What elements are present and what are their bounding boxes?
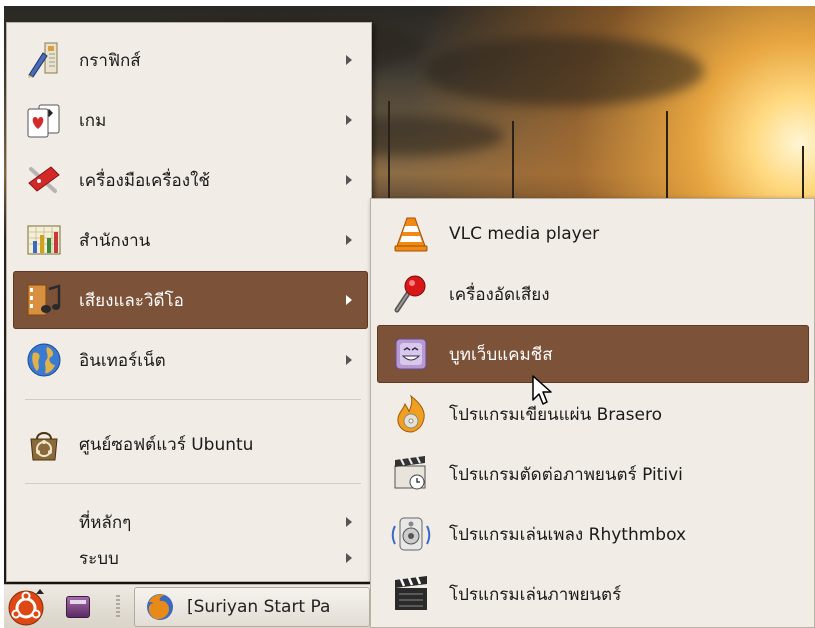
internet-icon <box>25 341 63 379</box>
submenu-item-brasero[interactable]: โปรแกรมเขียนแผ่น Brasero <box>377 385 809 443</box>
submenu-arrow-icon <box>346 355 352 365</box>
games-icon <box>25 101 63 139</box>
submenu-arrow-icon <box>346 115 352 125</box>
menu-item-system[interactable]: ระบบ <box>13 541 368 575</box>
menu-item-label: เครื่องมือเครื่องใช้ <box>79 170 210 191</box>
menu-item-places[interactable]: ที่หลักๆ <box>13 505 368 539</box>
submenu-item-pitivi[interactable]: โปรแกรมตัดต่อภาพยนตร์ Pitivi <box>377 445 809 503</box>
submenu-arrow-icon <box>346 235 352 245</box>
submenu-item-movie-player[interactable]: โปรแกรมเล่นภาพยนตร์ <box>377 565 809 623</box>
menu-item-office[interactable]: สำนักงาน <box>13 211 368 269</box>
cheese-webcam-icon <box>389 332 433 376</box>
rhythmbox-icon <box>389 512 433 556</box>
menu-item-label: กราฟิกส์ <box>79 50 141 71</box>
submenu-arrow-icon <box>346 295 352 305</box>
menu-item-internet[interactable]: อินเทอร์เน็ต <box>13 331 368 389</box>
submenu-item-cheese[interactable]: บูทเว็บแคมชีส <box>377 325 809 383</box>
submenu-item-rhythmbox[interactable]: โปรแกรมเล่นเพลง Rhythmbox <box>377 505 809 563</box>
graphics-icon <box>25 41 63 79</box>
menu-item-software-center[interactable]: ศูนย์ซอฟต์แวร์ Ubuntu <box>13 415 368 473</box>
submenu-arrow-icon <box>346 517 352 527</box>
menu-separator <box>25 399 361 400</box>
menu-item-graphics[interactable]: กราฟิกส์ <box>13 31 368 89</box>
menu-item-games[interactable]: เกม <box>13 91 368 149</box>
taskbar-window-label: [Suriyan Start Pa <box>187 597 331 617</box>
vlc-icon <box>389 212 433 256</box>
menu-item-label: อินเทอร์เน็ต <box>79 350 166 371</box>
submenu-item-label: โปรแกรมเล่นภาพยนตร์ <box>449 584 622 605</box>
software-center-icon <box>25 425 63 463</box>
menu-item-label: เกม <box>79 110 107 131</box>
menu-separator <box>25 483 361 484</box>
brasero-icon <box>389 392 433 436</box>
menu-item-label: สำนักงาน <box>79 230 151 251</box>
submenu-arrow-icon <box>346 175 352 185</box>
applications-menu: กราฟิกส์ เกม เครื่องมือเครื่องใช้ สำนักง… <box>6 22 372 582</box>
microphone-icon <box>389 272 433 316</box>
sound-video-submenu: VLC media player เครื่องอัดเสียง บูทเว็บ… <box>370 198 815 628</box>
submenu-item-vlc[interactable]: VLC media player <box>377 205 809 263</box>
submenu-item-label: เครื่องอัดเสียง <box>449 284 550 305</box>
submenu-item-label: โปรแกรมเล่นเพลง Rhythmbox <box>449 524 687 545</box>
menu-item-label: ศูนย์ซอฟต์แวร์ Ubuntu <box>79 434 254 455</box>
show-desktop-icon[interactable] <box>66 596 90 618</box>
movie-player-icon <box>389 572 433 616</box>
pitivi-icon <box>389 452 433 496</box>
submenu-item-label: VLC media player <box>449 224 600 244</box>
panel-handle[interactable] <box>116 595 120 619</box>
menu-item-sound-video[interactable]: เสียงและวิดีโอ <box>13 271 368 329</box>
menu-item-label: ที่หลักๆ <box>79 512 132 533</box>
taskbar-window-button[interactable]: [Suriyan Start Pa <box>134 587 370 627</box>
submenu-item-label: โปรแกรมตัดต่อภาพยนตร์ Pitivi <box>449 464 683 485</box>
menu-item-accessories[interactable]: เครื่องมือเครื่องใช้ <box>13 151 368 209</box>
submenu-item-sound-recorder[interactable]: เครื่องอัดเสียง <box>377 265 809 323</box>
accessories-icon <box>25 161 63 199</box>
submenu-arrow-icon <box>346 553 352 563</box>
submenu-arrow-icon <box>346 55 352 65</box>
menu-item-label: ระบบ <box>79 548 119 569</box>
ubuntu-menu-logo-icon[interactable] <box>6 587 46 627</box>
bottom-panel: [Suriyan Start Pa <box>4 584 370 628</box>
office-icon <box>25 221 63 259</box>
submenu-item-label: บูทเว็บแคมชีส <box>449 344 553 365</box>
mouse-cursor-icon <box>532 375 552 405</box>
sound-video-icon <box>25 281 63 319</box>
firefox-icon <box>147 594 173 620</box>
menu-item-label: เสียงและวิดีโอ <box>79 290 184 311</box>
